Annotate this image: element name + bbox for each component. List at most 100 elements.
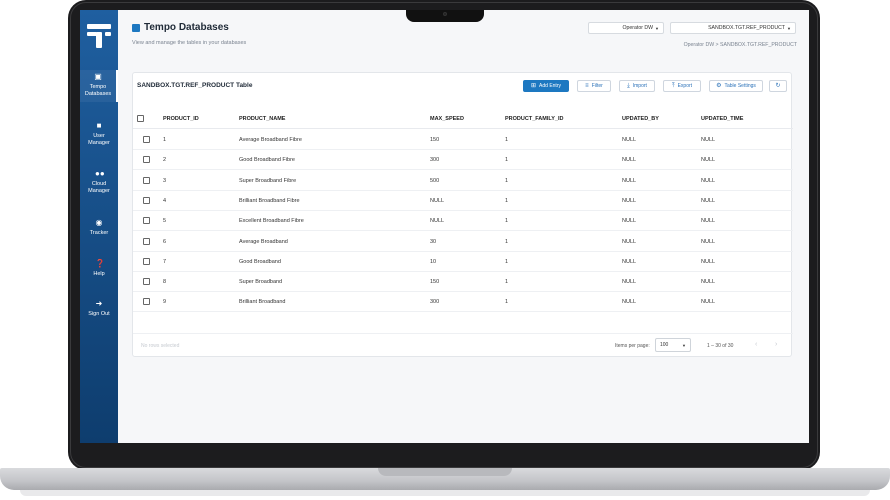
sidebar: ▣ Tempo Databases ■ User Manager ●● Clou… (80, 10, 118, 443)
filter-label: Filter (591, 83, 603, 89)
camera-icon (443, 12, 447, 16)
export-icon: ⤒ (671, 83, 675, 89)
sidebar-item-tracker[interactable]: ◉ Tracker (80, 219, 118, 237)
table-cell: Super Broadband (239, 279, 283, 286)
table-cell: 8 (163, 279, 167, 286)
items-per-page-label: Items per page: (615, 343, 650, 349)
row-checkbox[interactable] (143, 156, 150, 164)
table-header: PRODUCT_ID PRODUCT_NAME MAX_SPEED PRODUC… (133, 109, 793, 129)
table-cell: NULL (622, 197, 637, 204)
table-cell: NULL (701, 137, 716, 143)
table-cell: 300 (430, 157, 440, 164)
table-select[interactable]: SANDBOX.TGT.REF_PRODUCT ▼ (670, 22, 796, 34)
people-icon: ●● (95, 169, 105, 178)
table-cell: Brilliant Broadband Fibre (239, 197, 300, 204)
gauge-icon: ◉ (95, 218, 103, 227)
laptop-mockup: ▣ Tempo Databases ■ User Manager ●● Clou… (0, 0, 890, 500)
table-cell: NULL (622, 218, 637, 225)
row-checkbox[interactable] (143, 217, 150, 225)
table-cell: Average Broadband (239, 238, 288, 245)
main-area: Tempo Databases View and manage the tabl… (118, 10, 809, 443)
next-page-button[interactable]: › (775, 341, 777, 348)
sidebar-item-label: Help (93, 271, 105, 277)
sidebar-item-label: Cloud (91, 181, 107, 187)
column-header[interactable]: MAX_SPEED (430, 109, 464, 129)
add-entry-label: Add Entry (539, 83, 561, 89)
table-cell: 7 (163, 258, 167, 265)
operator-select[interactable]: Operator DW ▼ (588, 22, 664, 34)
screen: ▣ Tempo Databases ■ User Manager ●● Clou… (80, 10, 809, 443)
export-label: Export (677, 83, 693, 89)
table-cell: 2 (163, 157, 167, 164)
add-entry-button[interactable]: ⊞ Add Entry (523, 80, 569, 92)
table-row[interactable]: 7 Good Broadband 10 1 NULL NULL (133, 252, 793, 272)
table-cell: 300 (430, 299, 440, 306)
table-cell: NULL (622, 157, 637, 164)
table-cell: 1 (505, 218, 509, 225)
row-checkbox[interactable] (143, 237, 150, 245)
refresh-button[interactable]: ↻ (769, 80, 787, 92)
row-checkbox[interactable] (143, 278, 150, 286)
table-row[interactable]: 1 Average Broadband Fibre 150 1 NULL NULL (133, 130, 793, 150)
table-cell: 6 (163, 238, 167, 245)
table-cell: Excellent Broadband Fibre (239, 218, 304, 225)
table-cell: NULL (622, 238, 637, 245)
table-cell: NULL (701, 218, 716, 225)
items-per-page-select[interactable]: 100 ▼ (655, 338, 691, 352)
table-cell: Good Broadband Fibre (239, 157, 295, 164)
table-row[interactable]: 4 Brilliant Broadband Fibre NULL 1 NULL NULL (133, 191, 793, 211)
table-row[interactable]: 8 Super Broadband 150 1 NULL NULL (133, 272, 793, 293)
sidebar-item-label: Manager (88, 140, 110, 146)
table-cell: Super Broadband Fibre (239, 177, 297, 184)
select-all-checkbox[interactable] (137, 115, 144, 122)
filter-icon: ≡ (585, 83, 589, 89)
table-row[interactable]: 9 Brilliant Broadband 300 1 NULL NULL (133, 292, 793, 313)
import-button[interactable]: ⤓ Import (619, 80, 655, 92)
laptop-base-shadow (20, 490, 870, 496)
table-cell: NULL (622, 137, 637, 143)
row-checkbox[interactable] (143, 257, 150, 265)
row-checkbox[interactable] (143, 196, 150, 204)
column-header[interactable]: PRODUCT_NAME (239, 109, 285, 129)
sidebar-item-user-manager[interactable]: ■ User Manager (80, 122, 118, 147)
row-checkbox[interactable] (143, 298, 150, 306)
import-label: Import (632, 83, 647, 89)
sidebar-item-label: Tempo (89, 84, 107, 90)
table-cell: NULL (430, 197, 445, 204)
column-header[interactable]: UPDATED_TIME (701, 109, 743, 129)
filter-button[interactable]: ≡ Filter (577, 80, 611, 92)
table-row[interactable]: 2 Good Broadband Fibre 300 1 NULL NULL (133, 150, 793, 171)
table-cell: NULL (701, 238, 716, 245)
row-checkbox[interactable] (143, 176, 150, 184)
table-cell: 1 (505, 137, 509, 143)
row-checkbox[interactable] (143, 136, 150, 143)
breadcrumb: Operator DW > SANDBOX.TGT.REF_PRODUCT (683, 42, 797, 48)
table-cell: NULL (622, 279, 637, 286)
chevron-down-icon: ▼ (787, 25, 791, 31)
table-select-value: SANDBOX.TGT.REF_PRODUCT (708, 25, 786, 31)
table-cell: 5 (163, 218, 167, 225)
table-cell: 1 (505, 177, 509, 184)
table-row[interactable]: 3 Super Broadband Fibre 500 1 NULL NULL (133, 171, 793, 191)
table-row[interactable]: 5 Excellent Broadband Fibre NULL 1 NULL NULL (133, 211, 793, 232)
previous-page-button[interactable]: ‹ (755, 341, 757, 348)
table-cell: NULL (701, 197, 716, 204)
table-cell: NULL (701, 299, 716, 306)
table-row[interactable]: 6 Average Broadband 30 1 NULL NULL (133, 232, 793, 252)
sidebar-item-sign-out[interactable]: ➜ Sign Out (80, 300, 118, 318)
table-settings-button[interactable]: ⚙ Table Settings (709, 80, 763, 92)
sidebar-item-tempo-databases[interactable]: ▣ Tempo Databases (80, 70, 118, 102)
page-title: Tempo Databases (144, 22, 229, 33)
sidebar-item-cloud-manager[interactable]: ●● Cloud Manager (80, 170, 118, 195)
table-cell: 1 (505, 238, 509, 245)
table-cell: NULL (622, 299, 637, 306)
sidebar-item-help[interactable]: ❓ Help (80, 260, 118, 278)
column-header[interactable]: PRODUCT_ID (163, 109, 199, 129)
items-per-page-value: 100 (660, 342, 669, 348)
column-header[interactable]: UPDATED_BY (622, 109, 659, 129)
table-cell: 1 (505, 197, 509, 204)
table-cell: 500 (430, 177, 440, 184)
column-header[interactable]: PRODUCT_FAMILY_ID (505, 109, 563, 129)
table-cell: 4 (163, 197, 167, 204)
export-button[interactable]: ⤒ Export (663, 80, 701, 92)
